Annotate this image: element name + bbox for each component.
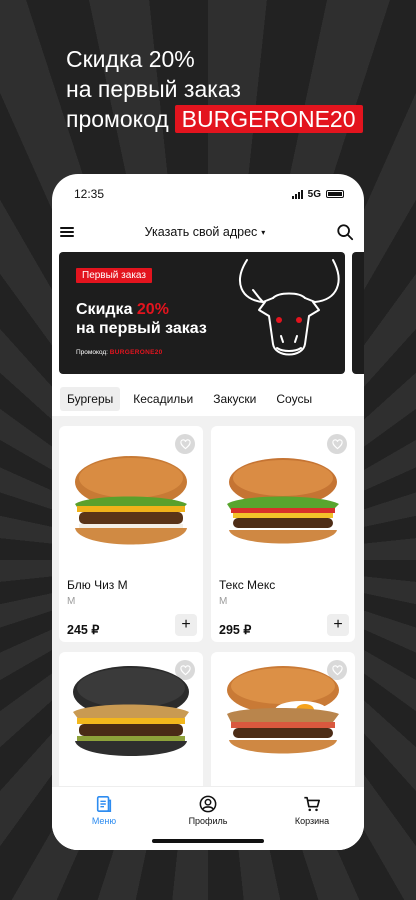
- tab-burgers[interactable]: Бургеры: [60, 387, 121, 411]
- favorite-heart-icon[interactable]: [175, 434, 195, 454]
- status-time: 12:35: [74, 187, 105, 201]
- product-name: Блю Чиз М: [67, 578, 128, 592]
- banner-title-highlight: 20%: [136, 301, 169, 318]
- product-price: 295 ₽: [219, 623, 252, 637]
- plus-icon: +: [181, 616, 191, 633]
- signal-icon: [291, 189, 303, 199]
- promo-line-3: промокод BURGERONE20: [66, 104, 396, 134]
- tab-quesadillas[interactable]: Кесадильи: [126, 387, 200, 411]
- product-card[interactable]: Текс Мекс М 295 ₽ +: [211, 426, 355, 642]
- bull-logo-icon: [239, 259, 340, 356]
- category-tabs: Бургеры Кесадильи Закуски Соусы: [52, 386, 364, 412]
- address-label: Указать свой адрес: [144, 225, 258, 239]
- network-label: 5G: [307, 188, 321, 200]
- product-card[interactable]: Блю Чиз М М 245 ₽ +: [59, 426, 203, 642]
- nav-label-profile: Профиль: [188, 816, 228, 826]
- promo-carousel[interactable]: Первый заказ Скидка 20% на первый заказ …: [52, 252, 364, 376]
- product-price: 245 ₽: [67, 623, 100, 637]
- cart-icon: [304, 796, 321, 812]
- home-indicator: [152, 839, 264, 843]
- status-bar: 12:35 5G: [52, 174, 364, 214]
- nav-item-cart[interactable]: Корзина: [272, 795, 352, 850]
- burger-image: [75, 456, 187, 545]
- hamburger-menu-icon[interactable]: [60, 227, 74, 237]
- promo-line-3-text: промокод: [66, 106, 169, 132]
- app-bar: Указать свой адрес ▾: [52, 214, 364, 250]
- banner-promo-code: BURGERONE20: [109, 349, 163, 356]
- banner-tag: Первый заказ: [76, 268, 152, 283]
- burger-image: [227, 458, 339, 544]
- banner-promo: Промокод: BURGERONE20: [76, 349, 163, 356]
- nav-label-cart: Корзина: [294, 816, 330, 826]
- banner-title-line2: на первый заказ: [76, 320, 207, 337]
- address-selector[interactable]: Указать свой адрес ▾: [145, 225, 266, 239]
- burger-image: [227, 666, 339, 754]
- product-name: Текс Мекс: [219, 578, 276, 592]
- tab-snacks[interactable]: Закуски: [206, 387, 263, 411]
- tab-sauces[interactable]: Соусы: [269, 387, 319, 411]
- product-size: М: [67, 596, 76, 607]
- promo-headline: Скидка 20% на первый заказ промокод BURGE…: [66, 44, 396, 134]
- add-to-cart-button[interactable]: +: [175, 614, 197, 636]
- banner-title: Скидка 20% на первый заказ: [76, 300, 207, 338]
- promo-line-2: на первый заказ: [66, 76, 241, 102]
- battery-icon: [326, 190, 344, 198]
- profile-icon: [199, 795, 217, 813]
- next-banner-preview[interactable]: [352, 252, 364, 374]
- chevron-down-icon: ▾: [261, 227, 266, 237]
- product-size: М: [219, 596, 228, 607]
- promo-code-badge: BURGERONE20: [174, 105, 363, 133]
- menu-doc-icon: [96, 795, 112, 813]
- promo-banner[interactable]: Первый заказ Скидка 20% на первый заказ …: [59, 252, 345, 374]
- banner-title-prefix: Скидка: [76, 301, 137, 318]
- phone-screen: 12:35 5G Указать свой адрес ▾ Первый зак…: [52, 174, 364, 850]
- plus-icon: +: [333, 616, 343, 633]
- status-indicators: 5G: [291, 188, 344, 200]
- product-grid: Блю Чиз М М 245 ₽ + Текс Мекс М 295 ₽ +: [52, 416, 364, 850]
- favorite-heart-icon[interactable]: [327, 434, 347, 454]
- promo-line-1: Скидка 20%: [66, 46, 195, 72]
- search-icon[interactable]: [336, 223, 354, 241]
- banner-promo-label: Промокод:: [76, 349, 108, 356]
- nav-item-menu[interactable]: Меню: [64, 795, 144, 850]
- burger-image: [73, 666, 189, 756]
- nav-label-menu: Меню: [91, 816, 117, 826]
- add-to-cart-button[interactable]: +: [327, 614, 349, 636]
